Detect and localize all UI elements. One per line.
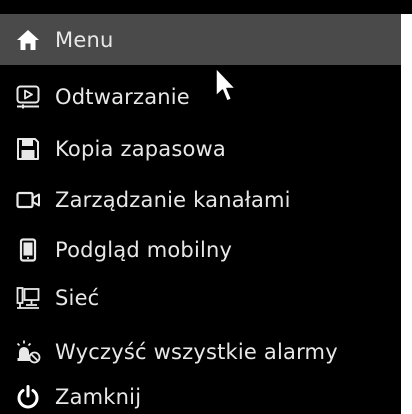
top-border bbox=[0, 0, 412, 14]
menu-item-network[interactable]: Sieć bbox=[0, 272, 401, 323]
power-icon bbox=[14, 383, 42, 411]
menu-item-clear-alarms[interactable]: Wyczyść wszystkie alarmy bbox=[0, 326, 401, 377]
playback-icon bbox=[14, 83, 42, 111]
menu-item-label: Odtwarzanie bbox=[55, 84, 190, 109]
camera-icon bbox=[14, 186, 42, 214]
save-icon bbox=[14, 135, 42, 163]
menu-item-label: Zamknij bbox=[55, 384, 142, 409]
menu-header[interactable]: Menu bbox=[0, 14, 401, 65]
menu-item-playback[interactable]: Odtwarzanie bbox=[0, 71, 401, 122]
menu-item-mobile-preview[interactable]: Podgląd mobilny bbox=[0, 224, 401, 275]
menu-item-label: Podgląd mobilny bbox=[55, 237, 233, 262]
menu-item-label: Sieć bbox=[55, 285, 100, 310]
mobile-icon bbox=[14, 236, 42, 264]
menu-item-shutdown[interactable]: Zamknij bbox=[0, 371, 401, 414]
menu-item-label: Wyczyść wszystkie alarmy bbox=[55, 339, 338, 364]
network-icon bbox=[14, 284, 42, 312]
menu-item-label: Kopia zapasowa bbox=[55, 136, 227, 161]
menu-item-channel-management[interactable]: Zarządzanie kanałami bbox=[0, 174, 401, 225]
home-icon bbox=[14, 26, 42, 54]
menu-header-label: Menu bbox=[55, 27, 114, 52]
menu-item-backup[interactable]: Kopia zapasowa bbox=[0, 123, 401, 174]
menu-item-label: Zarządzanie kanałami bbox=[55, 187, 291, 212]
background-edge bbox=[401, 14, 412, 414]
clear-alarms-icon bbox=[14, 338, 42, 366]
